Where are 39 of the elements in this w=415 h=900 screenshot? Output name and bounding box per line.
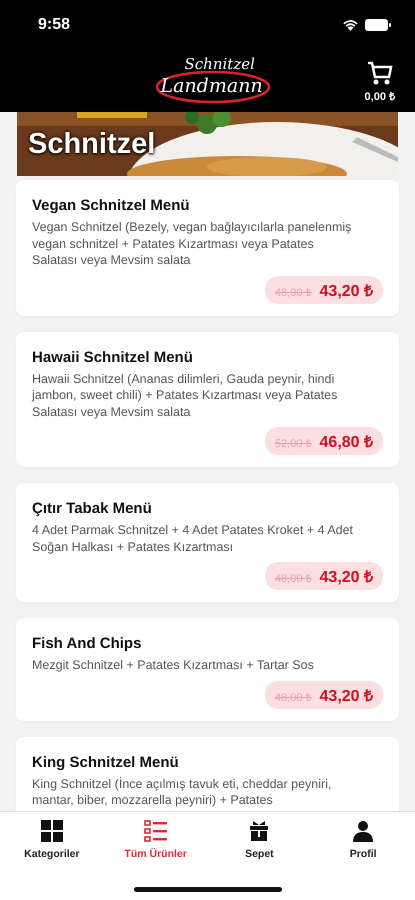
old-price: 48,00 ₺ <box>274 690 312 704</box>
product-description: 4 Adet Parmak Schnitzel + 4 Adet Patates Kroket + 4 Adet Soğan Halkası + Patates Kızartması <box>32 522 354 555</box>
old-price: 48,00 ₺ <box>274 286 312 298</box>
product-description: Mezgit Schnitzel + Patates Kızartması + Tartar Sos <box>32 657 315 674</box>
product-price: 43,20 ₺ <box>320 282 373 300</box>
banner-title: Schnitzel <box>28 128 156 161</box>
product-name: King Schnitzel Menü <box>32 754 180 770</box>
status-time: 9:58 <box>38 16 70 34</box>
cart-icon[interactable] <box>366 60 393 86</box>
product-card[interactable]: King Schnitzel Menü King Schnitzel (İnce açılmış tavuk eti, cheddar peyniri, mantar, biber, mozzarella peyniri) + Patates <box>16 736 399 811</box>
product-description: Hawaii Schnitzel (Ananas dilimleri, Gauda peynir, hindi jambon, sweet chili) + Patates Kızartması veya Patates Salatası veya Mevsim salata <box>32 370 338 420</box>
product-name: Fish And Chips <box>32 635 142 652</box>
product-description: King Schnitzel (İnce açılmış tavuk eti, cheddar peyniri, mantar, biber, mozzarella peyniri) + Patates <box>32 776 332 808</box>
product-card[interactable]: Hawaii Schnitzel Menü Hawaii Schnitzel (Ananas dilimleri, Gauda peynir, hindi jambon, sweet chili) + Patates Kızartması veya Patates Salatası veya Mevsim salata 52,00 ₺ 46,80 ₺ <box>16 332 399 467</box>
product-description: Vegan Schnitzel (Bezely, vegan bağlayıcılarla panelenmiş vegan schnitzel + Patates Kızartması veya Patates Salatası veya Mevsim salata <box>32 219 352 268</box>
product-price: 43,20 ₺ <box>320 568 373 587</box>
product-name: Çıtır Tabak Menü <box>32 500 153 517</box>
old-price: 48,00 ₺ <box>274 572 312 585</box>
product-price: 43,20 ₺ <box>320 686 373 706</box>
wifi-icon <box>342 19 359 31</box>
logo-text: Landmann <box>160 75 263 97</box>
tab-item[interactable]: Sepet <box>208 812 312 900</box>
checklist-icon <box>144 820 168 842</box>
gift-icon <box>248 820 270 842</box>
product-card[interactable]: Çıtır Tabak Menü 4 Adet Parmak Schnitzel + 4 Adet Patates Kroket + 4 Adet Soğan Halkası + Patates Kızartması 48,00 ₺ 43,20 ₺ <box>16 483 399 602</box>
product-name: Hawaii Schnitzel Menü <box>32 348 194 366</box>
tab-item[interactable]: Profil <box>311 812 415 900</box>
logo-text: Schnitzel <box>184 55 255 73</box>
battery-icon <box>365 19 391 31</box>
person-icon <box>352 820 374 842</box>
product-name: Vegan Schnitzel Menü <box>32 197 191 214</box>
old-price: 52,00 ₺ <box>274 437 312 450</box>
product-price: 46,80 ₺ <box>320 433 373 452</box>
grid-icon <box>40 820 63 842</box>
tab-item[interactable]: Kategoriler <box>0 812 104 900</box>
tab-item[interactable]: Tüm Ürünler <box>104 812 208 900</box>
product-card[interactable]: Vegan Schnitzel Menü Vegan Schnitzel (Bezely, vegan bağlayıcılarla panelenmiş vegan schnitzel + Patates Kızartması veya Patates Salatası veya Mevsim salata 48,00 ₺ 43,20 ₺ <box>16 180 399 316</box>
cart-total: 0,00 ₺ <box>364 90 395 103</box>
product-card[interactable]: Fish And Chips Mezgit Schnitzel + Patates Kızartması + Tartar Sos 48,00 ₺ 43,20 ₺ <box>16 618 399 720</box>
